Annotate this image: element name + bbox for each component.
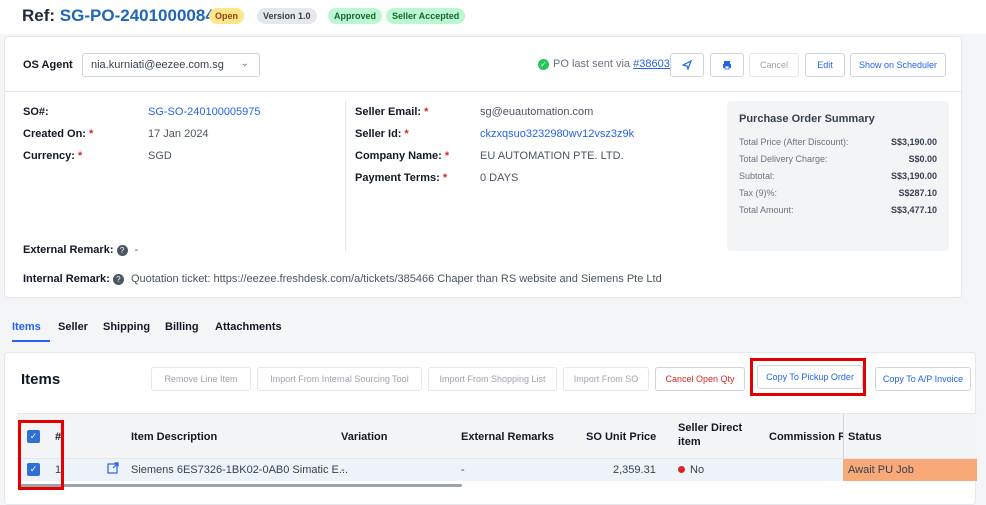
col-commission-rate: Commission Ra (769, 431, 843, 443)
help-icon[interactable]: ? (116, 244, 128, 256)
po-sent-text: PO last sent via (553, 58, 631, 70)
currency-value: SGD (148, 150, 172, 162)
payment-terms-label: Payment Terms: * (355, 172, 448, 184)
so-label: SO#: (23, 106, 49, 118)
status-badge-open: Open (209, 8, 245, 24)
check-circle-icon: ✓ (538, 59, 549, 70)
cancel-button[interactable]: Cancel (749, 53, 799, 77)
summary-title: Purchase Order Summary (739, 113, 875, 125)
seller-email-label: Seller Email: * (355, 106, 429, 118)
table-header: ✓ # Item Description Variation External … (17, 413, 977, 459)
send-icon (681, 59, 693, 71)
created-on-value: 17 Jan 2024 (148, 128, 209, 140)
summary-row: Total Amount: S$3,477.10 (739, 205, 937, 215)
row-seller-direct: No (678, 464, 704, 476)
chevron-down-icon: ⌄ (240, 58, 249, 69)
col-external-remarks: External Remarks (461, 431, 554, 443)
status-badge-approved: Approved (328, 8, 383, 24)
printer-icon (723, 61, 731, 70)
help-icon[interactable]: ? (112, 273, 124, 285)
tab-bar: Items Seller Shipping Billing Attachment… (0, 314, 986, 342)
seller-id-label: Seller Id: * (355, 128, 409, 140)
summary-row: Subtotal: S$3,190.00 (739, 171, 937, 181)
send-button[interactable] (670, 53, 704, 77)
row-status: Await PU Job (843, 459, 977, 481)
page-header: Ref: SG-PO-240100008417 Open Version 1.0… (0, 0, 986, 34)
copy-to-ap-invoice-button[interactable]: Copy To A/P Invoice (875, 367, 971, 391)
status-dot-icon (678, 466, 685, 473)
tab-items[interactable]: Items (12, 321, 41, 333)
company-name-label: Company Name: * (355, 150, 450, 162)
internal-remark: Internal Remark: ? Quotation ticket: htt… (23, 273, 662, 285)
ref-label: Ref: (22, 6, 56, 25)
table-row[interactable]: ✓ 1 Siemens 6ES7326-1BK02-0AB0 Simatic E… (17, 459, 977, 481)
agent-select[interactable]: nia.kurniati@eezee.com.sg ⌄ (82, 53, 260, 77)
agent-label: OS Agent (23, 59, 73, 71)
so-link[interactable]: SG-SO-240100005975 (148, 106, 261, 118)
active-tab-indicator (12, 340, 50, 342)
col-status: Status (848, 431, 882, 443)
ref-number: SG-PO-240100008417 (59, 6, 234, 25)
tab-attachments[interactable]: Attachments (215, 321, 282, 333)
edit-button[interactable]: Edit (805, 53, 845, 77)
row-external-remarks: - (461, 464, 465, 476)
col-seller-direct-item: Seller Direct item (678, 422, 743, 448)
cancel-open-qty-button[interactable]: Cancel Open Qty (655, 367, 745, 391)
import-shopping-list-button[interactable]: Import From Shopping List (428, 367, 557, 391)
po-sent-status: ✓ PO last sent via #386033 (538, 58, 676, 70)
seller-email-value: sg@euautomation.com (480, 106, 594, 118)
company-name-value: EU AUTOMATION PTE. LTD. (480, 150, 624, 162)
col-variation: Variation (341, 431, 388, 443)
tab-seller[interactable]: Seller (58, 321, 88, 333)
summary-row: Total Price (After Discount): S$3,190.00 (739, 137, 937, 147)
highlight-box-checkboxes (18, 420, 64, 490)
col-item-description: Item Description (131, 431, 218, 443)
row-so-unit-price: 2,359.31 (613, 464, 656, 476)
po-detail-card: OS Agent nia.kurniati@eezee.com.sg ⌄ ✓ PO… (4, 36, 963, 298)
divider (5, 91, 963, 92)
import-from-so-button[interactable]: Import From SO (563, 367, 649, 391)
col-so-unit-price: SO Unit Price (586, 431, 657, 443)
agent-value: nia.kurniati@eezee.com.sg (91, 59, 224, 71)
import-sourcing-button[interactable]: Import From Internal Sourcing Tool (257, 367, 422, 391)
highlight-box-copy-to-pickup (750, 358, 866, 396)
external-link-icon[interactable] (107, 462, 119, 477)
created-on-label: Created On: * (23, 128, 94, 140)
summary-row: Total Delivery Charge: S$0.00 (739, 154, 937, 164)
external-remark: External Remark: ? - (23, 244, 139, 256)
remove-line-item-button[interactable]: Remove Line Item (151, 367, 251, 391)
show-on-scheduler-button[interactable]: Show on Scheduler (850, 53, 946, 77)
currency-label: Currency: * (23, 150, 83, 162)
print-button[interactable] (710, 53, 744, 77)
horizontal-scrollbar[interactable] (18, 484, 462, 487)
tab-billing[interactable]: Billing (165, 321, 199, 333)
page-title: Ref: SG-PO-240100008417 (22, 6, 234, 26)
payment-terms-value: 0 DAYS (480, 172, 519, 184)
summary-row: Tax (9)%: S$287.10 (739, 188, 937, 198)
tab-shipping[interactable]: Shipping (103, 321, 150, 333)
divider-vertical (345, 101, 346, 251)
seller-id-link[interactable]: ckzxqsuo3232980wv12vsz3z9k (480, 128, 634, 140)
row-variation: - (341, 464, 345, 476)
version-badge: Version 1.0 (257, 8, 317, 24)
status-badge-seller-accepted: Seller Accepted (386, 8, 466, 24)
po-summary-panel: Purchase Order Summary Total Price (Afte… (727, 101, 949, 251)
row-item-description: Siemens 6ES7326-1BK02-0AB0 Simatic E... (131, 464, 349, 476)
items-title: Items (21, 371, 61, 388)
status-header-cell: Status (843, 414, 977, 458)
